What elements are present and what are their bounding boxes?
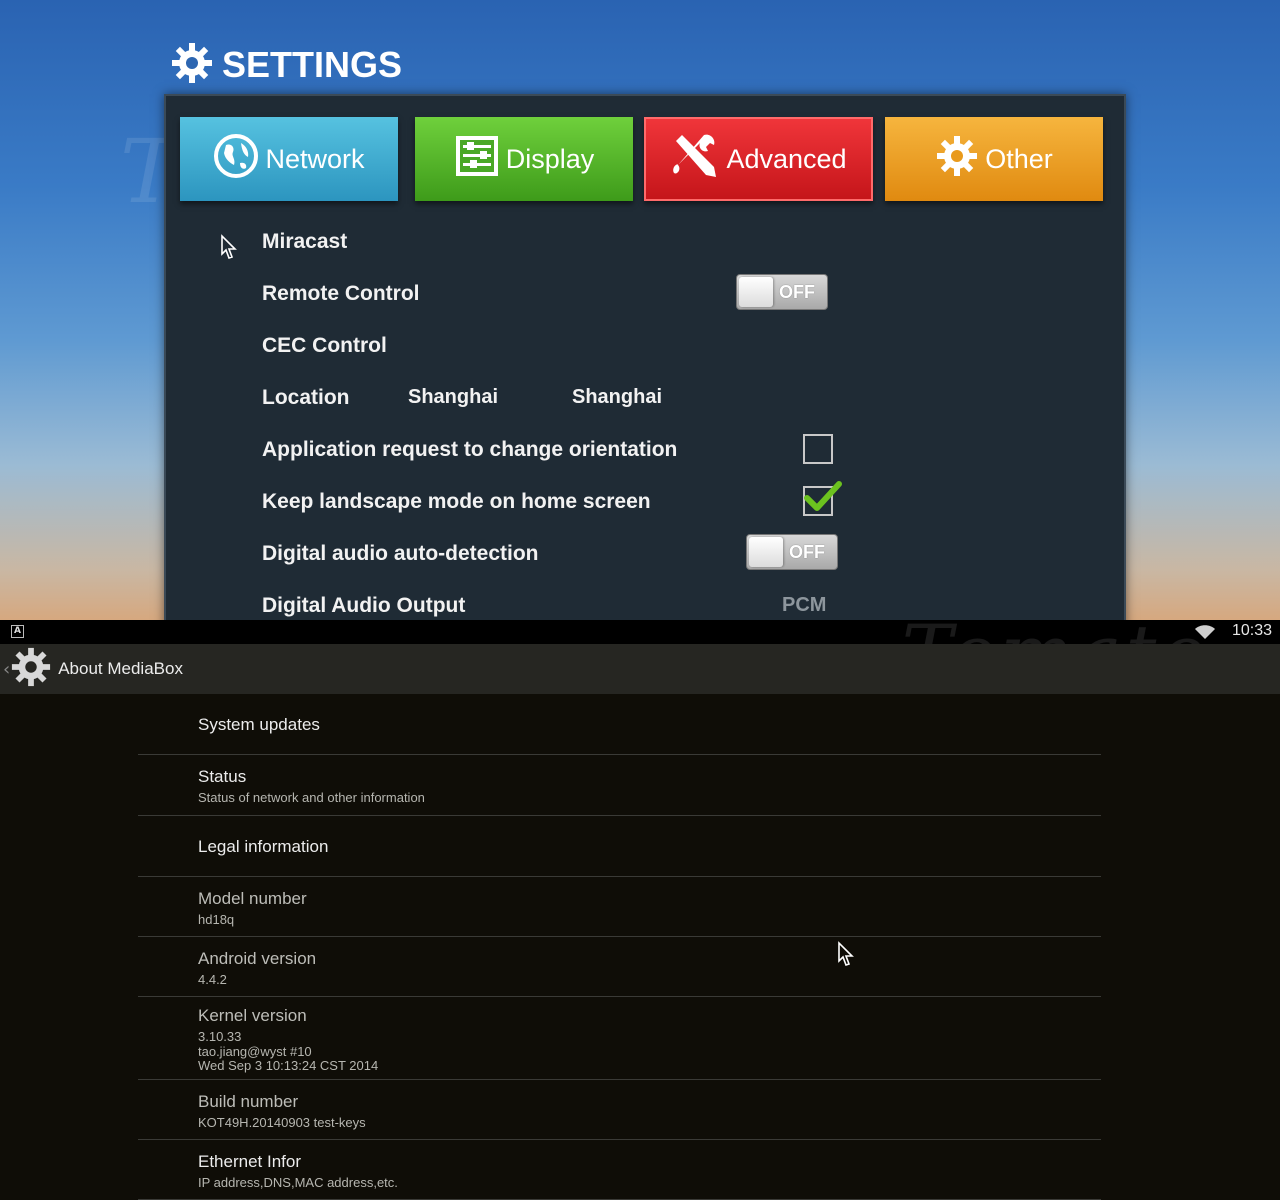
gear-icon [170, 41, 214, 89]
list-item-subtitle: IP address,DNS,MAC address,etc. [198, 1175, 398, 1190]
toggle-state: OFF [789, 542, 825, 562]
list-item-subtitle: tao.jiang@wyst #10 [198, 1044, 312, 1059]
list-item-android-version[interactable]: Android version 4.4.2 [138, 937, 1101, 997]
list-item-subtitle: Status of network and other information [198, 790, 425, 805]
list-item-system-updates[interactable]: System updates [138, 694, 1101, 755]
keep-landscape-checkbox[interactable] [803, 481, 842, 516]
about-screen: A 10:33 Tomato ‹ [0, 620, 1280, 1200]
status-bar: A 10:33 [0, 620, 1280, 644]
tab-other-label: Other [985, 143, 1053, 174]
list-item-build-number: Build number KOT49H.20140903 test-keys [138, 1080, 1101, 1140]
list-item-kernel-version: Kernel version 3.10.33 tao.jiang@wyst #1… [138, 997, 1101, 1080]
gear-icon [935, 134, 979, 185]
display-sliders-icon [454, 134, 500, 185]
list-item-legal[interactable]: Legal information [138, 816, 1101, 877]
tab-advanced-label: Advanced [726, 143, 847, 174]
keep-landscape-label: Keep landscape mode on home screen [262, 490, 651, 513]
list-item-subtitle: Wed Sep 3 10:13:24 CST 2014 [198, 1058, 379, 1073]
globe-icon [213, 133, 259, 186]
app-orientation-checkbox[interactable] [803, 434, 833, 464]
list-item-title: Ethernet Infor [198, 1152, 302, 1171]
toggle-knob [739, 277, 773, 307]
list-item-subtitle: 4.4.2 [198, 972, 227, 987]
digital-audio-auto-toggle[interactable]: OFF [746, 534, 838, 570]
status-time: 10:33 [1231, 622, 1272, 639]
tools-icon [670, 131, 720, 188]
toggle-knob [749, 537, 783, 567]
tab-network-label: Network [265, 143, 365, 174]
remote-control-label: Remote Control [262, 282, 420, 305]
list-item-subtitle: KOT49H.20140903 test-keys [198, 1115, 366, 1130]
page-title: About MediaBox [58, 659, 183, 678]
list-item-title: Status [198, 767, 247, 786]
cec-control-item[interactable]: CEC Control [262, 334, 387, 358]
notification-icon: A [11, 625, 24, 638]
action-bar[interactable]: ‹ About MediaBox [0, 644, 1280, 694]
settings-gear-icon [10, 646, 52, 692]
list-item-title: Model number [198, 889, 307, 908]
miracast-item[interactable]: Miracast [262, 230, 347, 254]
tab-display-label: Display [505, 143, 595, 174]
tab-network[interactable]: Network [180, 117, 398, 201]
about-list: System updates Status Status of network … [138, 694, 1101, 1200]
digital-audio-output-value[interactable]: PCM [782, 594, 826, 617]
list-item-title: Android version [198, 949, 317, 968]
tab-advanced[interactable]: Advanced [644, 117, 873, 201]
mouse-cursor-icon [220, 234, 238, 264]
list-item-subtitle: 3.10.33 [198, 1029, 242, 1044]
tab-display[interactable]: Display [415, 117, 633, 201]
mouse-cursor-icon [837, 941, 855, 971]
list-item-status[interactable]: Status Status of network and other infor… [138, 755, 1101, 816]
digital-audio-auto-label: Digital audio auto-detection [262, 542, 539, 565]
location-label: Location [262, 386, 350, 409]
tab-other[interactable]: Other [885, 117, 1103, 201]
app-orientation-label: Application request to change orientatio… [262, 438, 678, 461]
location-value[interactable]: Shanghai [408, 386, 498, 409]
list-item-title: System updates [198, 715, 320, 734]
list-item-title: Build number [198, 1092, 299, 1111]
toggle-state: OFF [779, 282, 815, 302]
back-chevron-icon[interactable]: ‹ [3, 659, 10, 680]
settings-header: SETTINGS [170, 40, 402, 90]
settings-screen: Tomato SETTINGS [0, 0, 1280, 620]
page-title: SETTINGS [222, 44, 403, 85]
checkmark-icon [804, 481, 842, 511]
list-item-title: Kernel version [198, 1006, 307, 1025]
digital-audio-output-label: Digital Audio Output [262, 594, 466, 617]
remote-control-toggle[interactable]: OFF [736, 274, 828, 310]
location-value[interactable]: Shanghai [572, 386, 662, 409]
list-item-model-number: Model number hd18q [138, 877, 1101, 937]
list-item-ethernet-infor[interactable]: Ethernet Infor IP address,DNS,MAC addres… [138, 1140, 1101, 1200]
wifi-icon [1194, 624, 1216, 644]
list-item-title: Legal information [198, 837, 329, 856]
settings-panel: Network Display Advanced Other Miracast … [164, 94, 1126, 620]
list-item-subtitle: hd18q [198, 912, 235, 927]
